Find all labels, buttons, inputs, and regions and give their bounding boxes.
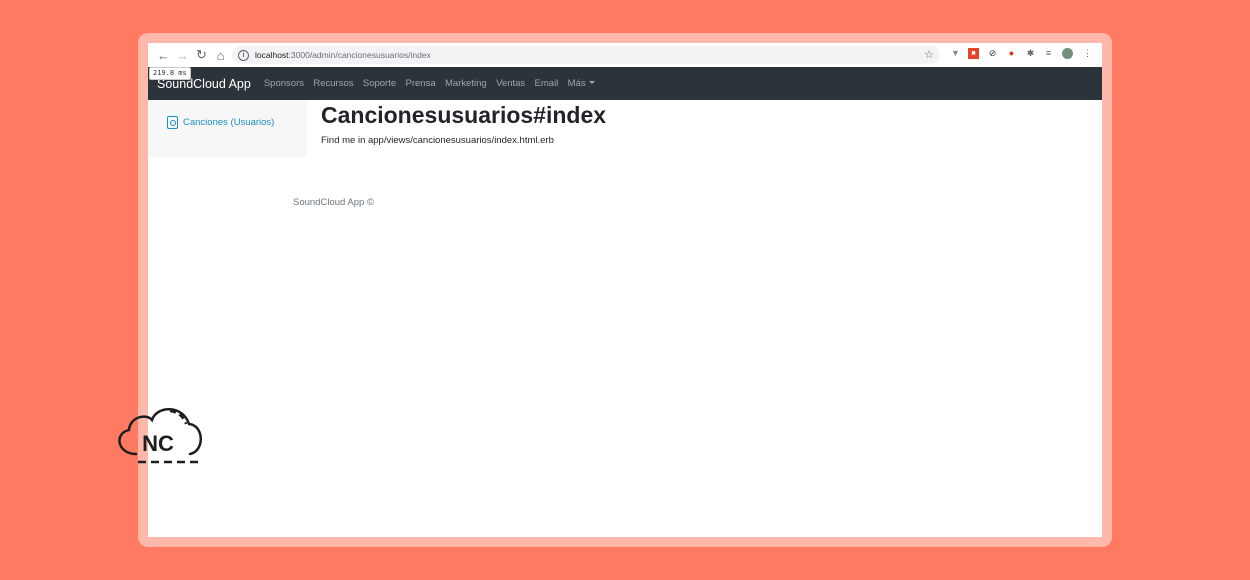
nav-link-sponsors[interactable]: Sponsors bbox=[264, 78, 304, 89]
nav-link-marketing[interactable]: Marketing bbox=[445, 78, 487, 89]
app-navbar: SoundCloud App Sponsors Recursos Soporte… bbox=[148, 67, 1102, 100]
url-path: :3000/admin/cancionesusuarios/index bbox=[288, 50, 431, 60]
page-title: Cancionesusuarios#index bbox=[321, 102, 607, 128]
page-description: Find me in app/views/cancionesusuarios/i… bbox=[321, 135, 554, 146]
blocked-icon[interactable]: ⊘ bbox=[987, 48, 998, 59]
extensions-puzzle-icon[interactable]: ✱ bbox=[1025, 48, 1036, 59]
bookmark-star-icon[interactable]: ☆ bbox=[924, 48, 934, 61]
menu-kebab-icon[interactable]: ⋮ bbox=[1082, 48, 1093, 59]
nav-dropdown-mas[interactable]: Más bbox=[568, 78, 595, 89]
url-text[interactable]: localhost:3000/admin/cancionesusuarios/i… bbox=[255, 50, 431, 60]
footer-text: SoundCloud App © bbox=[293, 197, 374, 208]
timing-badge: 219.8 ms bbox=[149, 67, 191, 80]
nav-link-email[interactable]: Email bbox=[535, 78, 559, 89]
nc-cloud-logo: NC bbox=[112, 405, 206, 467]
opera-icon[interactable]: ● bbox=[1006, 48, 1017, 59]
reading-list-icon[interactable]: ≡ bbox=[1043, 48, 1054, 59]
browser-window: ← → ↻ ⌂ i localhost:3000/admin/canciones… bbox=[148, 43, 1102, 537]
url-host: localhost bbox=[255, 50, 289, 60]
profile-avatar[interactable] bbox=[1062, 48, 1073, 59]
sidebar-item-label: Canciones (Usuarios) bbox=[183, 117, 275, 128]
vue-devtools-icon[interactable]: ▼ bbox=[950, 48, 961, 59]
address-bar[interactable]: i localhost:3000/admin/cancionesusuarios… bbox=[232, 46, 940, 64]
back-icon[interactable]: ← bbox=[154, 45, 173, 65]
home-icon[interactable]: ⌂ bbox=[211, 45, 230, 65]
speaker-icon bbox=[167, 116, 178, 129]
extension-badge-icon[interactable]: ■ bbox=[968, 48, 979, 59]
info-icon[interactable]: i bbox=[238, 49, 249, 61]
logo-text: NC bbox=[142, 431, 174, 456]
nav-link-prensa[interactable]: Prensa bbox=[406, 78, 436, 89]
caret-down-icon bbox=[588, 81, 595, 84]
browser-toolbar: ← → ↻ ⌂ i localhost:3000/admin/canciones… bbox=[148, 43, 1102, 67]
nav-link-ventas[interactable]: Ventas bbox=[496, 78, 525, 89]
reload-icon[interactable]: ↻ bbox=[192, 45, 211, 65]
cloud-icon: NC bbox=[118, 408, 202, 464]
nav-link-soporte[interactable]: Soporte bbox=[363, 78, 396, 89]
nav-link-recursos[interactable]: Recursos bbox=[313, 78, 353, 89]
nav-dropdown-label: Más bbox=[567, 78, 586, 89]
forward-icon[interactable]: → bbox=[173, 45, 192, 65]
sidebar: Canciones (Usuarios) bbox=[148, 100, 307, 157]
sidebar-item-canciones-usuarios[interactable]: Canciones (Usuarios) bbox=[167, 116, 274, 129]
